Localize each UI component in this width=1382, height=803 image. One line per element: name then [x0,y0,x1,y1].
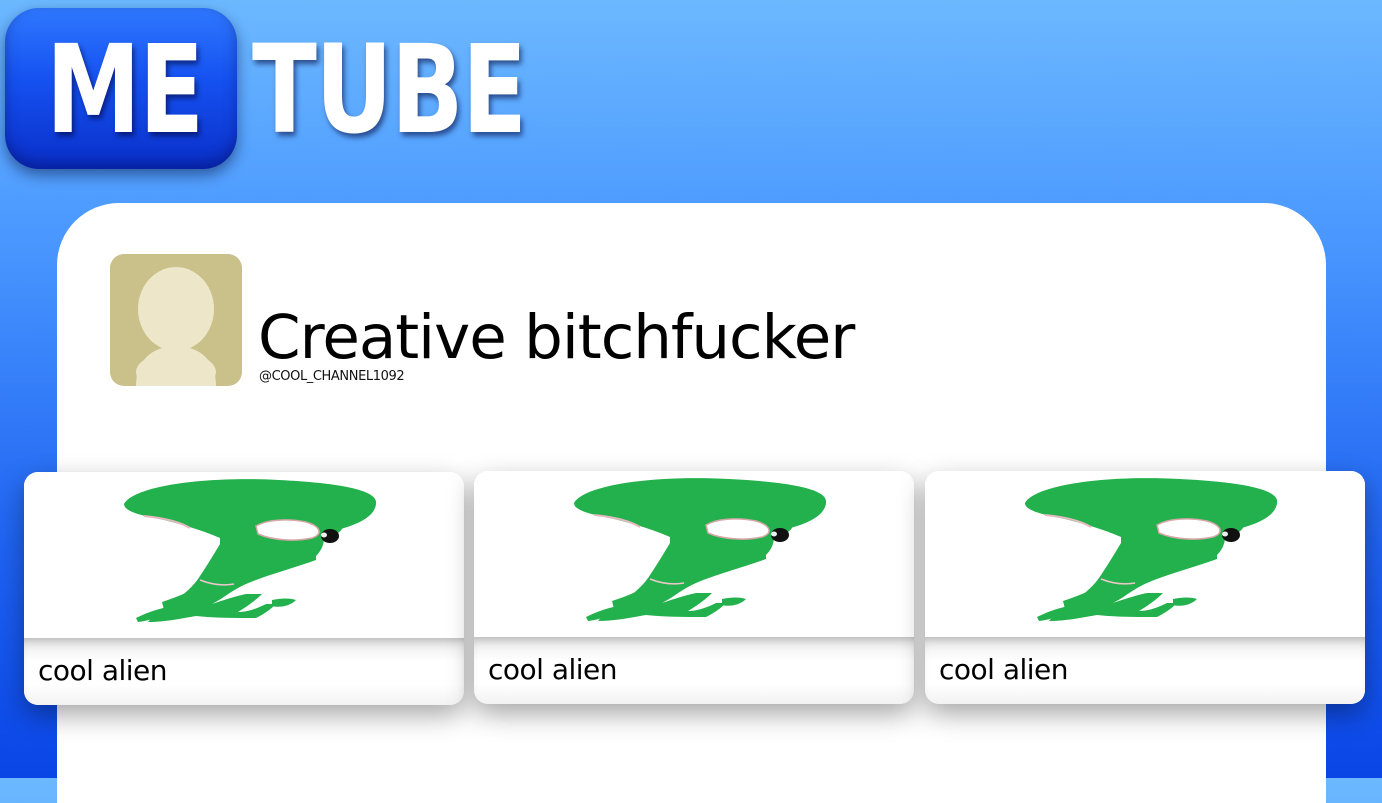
green-alien-drawing [1025,478,1278,621]
video-title-bar: cool alien [24,638,464,705]
green-alien-drawing [124,479,377,622]
channel-avatar[interactable] [110,254,242,386]
video-thumbnail[interactable] [474,471,914,637]
video-card[interactable]: cool alien [925,471,1365,704]
video-card[interactable]: cool alien [24,472,464,705]
channel-handle: @COOL_CHANNEL1092 [259,369,405,384]
video-title[interactable]: cool alien [488,653,618,687]
green-alien-drawing [574,478,827,621]
video-title-bar: cool alien [925,637,1365,704]
video-card[interactable]: cool alien [474,471,914,704]
video-title-bar: cool alien [474,637,914,704]
channel-name: Creative bitchfucker [258,302,855,373]
logo-tube-text: TUBE [252,19,527,161]
video-thumbnail[interactable] [24,472,464,638]
default-user-avatar-icon [136,267,216,386]
logo-me-text: ME [46,19,204,161]
video-thumbnail[interactable] [925,471,1365,637]
video-title[interactable]: cool alien [38,654,168,688]
video-title[interactable]: cool alien [939,653,1069,687]
